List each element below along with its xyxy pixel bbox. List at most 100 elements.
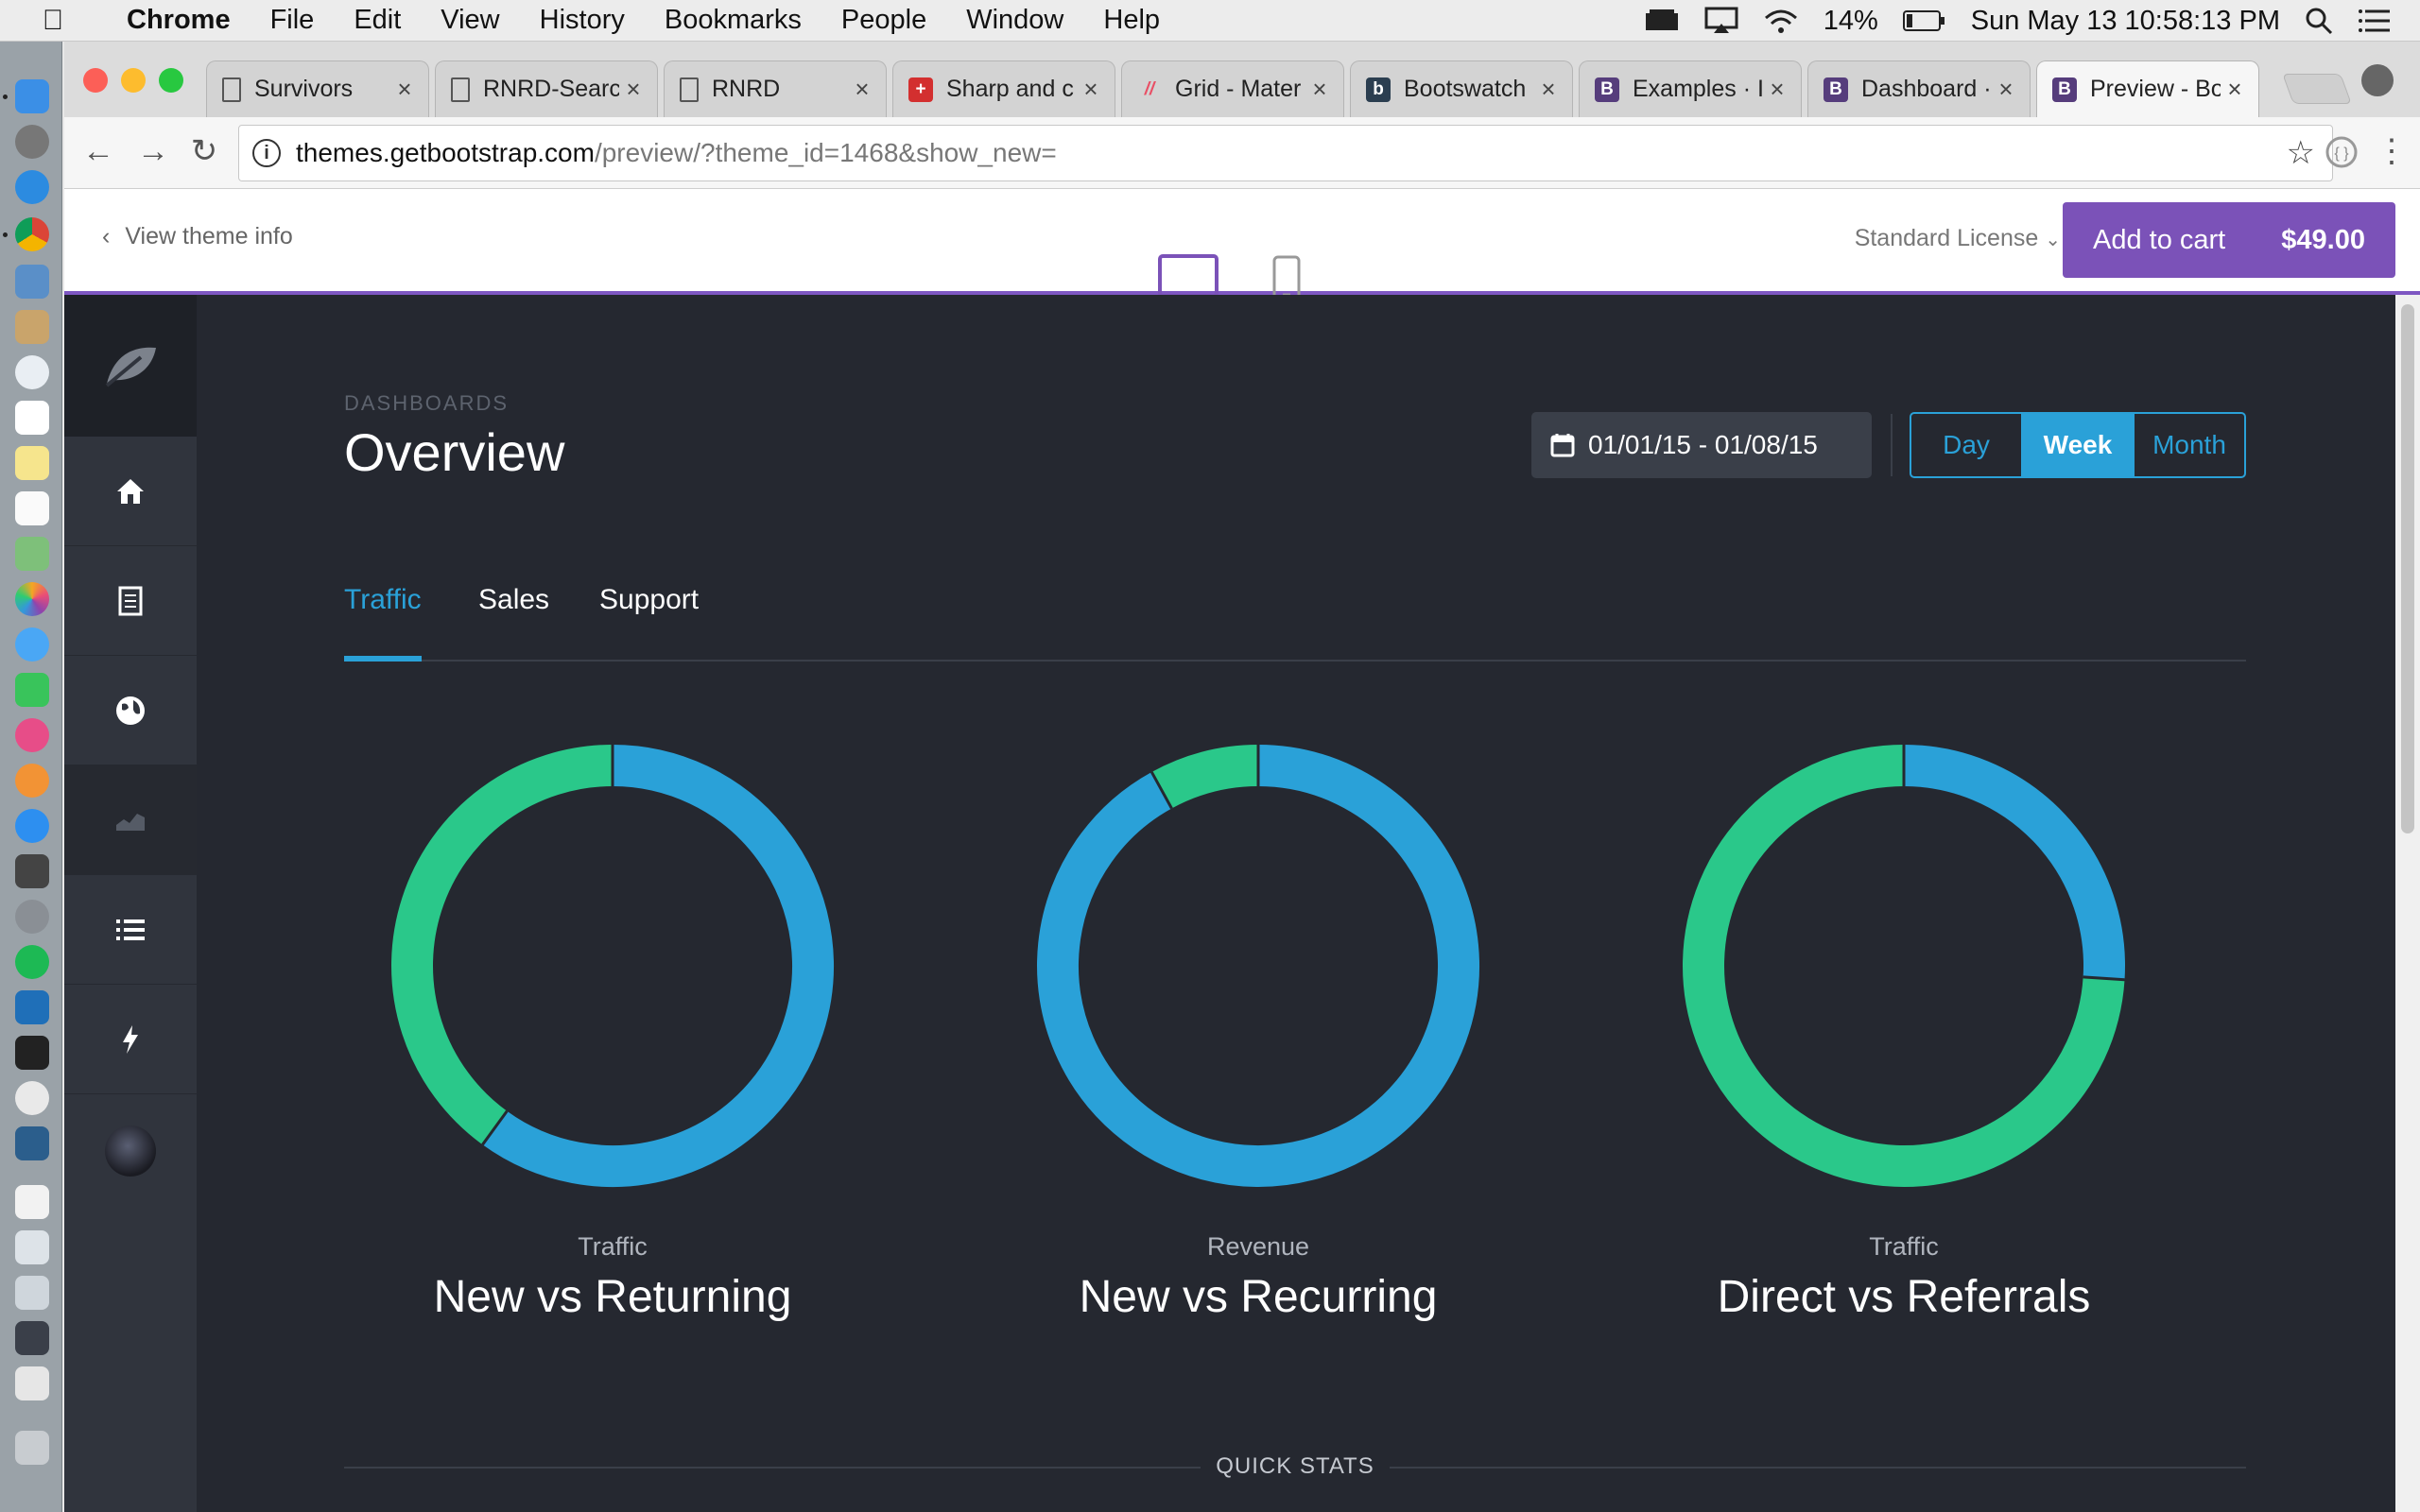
back-arrow-icon[interactable]: ←: [78, 130, 119, 172]
leaf-logo-icon[interactable]: [64, 295, 197, 437]
sidebar-item-lightning[interactable]: [64, 985, 197, 1094]
menu-edit[interactable]: Edit: [354, 5, 401, 36]
sidebar-item-profile[interactable]: [64, 1094, 197, 1208]
period-month-button[interactable]: Month: [2135, 414, 2244, 476]
browser-tab[interactable]: b Bootswatch ×: [1350, 60, 1573, 117]
document-stack-icon[interactable]: [15, 1185, 49, 1219]
mysql-workbench-icon[interactable]: [15, 1126, 49, 1160]
close-tab-icon[interactable]: ×: [2221, 75, 2249, 104]
browser-tab-active[interactable]: B Preview - Bo ×: [2036, 60, 2259, 117]
menu-history[interactable]: History: [540, 5, 625, 36]
close-tab-icon[interactable]: ×: [1992, 75, 2020, 104]
tab-traffic[interactable]: Traffic: [344, 584, 422, 662]
browser-tab[interactable]: RNRD-Search ×: [435, 60, 658, 117]
screenshot-thumbnail-icon[interactable]: [15, 1230, 49, 1264]
view-theme-info-link[interactable]: ‹ View theme info: [102, 223, 293, 250]
sequel-pro-icon[interactable]: [15, 1081, 49, 1115]
sidebar-item-globe[interactable]: [64, 656, 197, 765]
close-tab-icon[interactable]: ×: [1763, 75, 1791, 104]
sidebar-item-documents[interactable]: [64, 546, 197, 656]
notes-icon[interactable]: [15, 446, 49, 480]
forward-arrow-icon[interactable]: →: [132, 130, 174, 172]
app-store-icon[interactable]: [15, 809, 49, 843]
books-icon[interactable]: [1644, 8, 1680, 34]
minimize-window-button[interactable]: [121, 68, 146, 93]
browser-tab[interactable]: // Grid - Mater ×: [1121, 60, 1344, 117]
page-kicker: DASHBOARDS: [344, 391, 510, 415]
tab-sales[interactable]: Sales: [478, 584, 549, 662]
browser-tab[interactable]: Survivors ×: [206, 60, 429, 117]
spotlight-search-icon[interactable]: [2305, 7, 2333, 35]
sidebar-item-home[interactable]: [64, 437, 197, 546]
close-tab-icon[interactable]: ×: [390, 75, 419, 104]
sidebar-item-analytics[interactable]: [64, 765, 197, 875]
tab-support[interactable]: Support: [599, 584, 699, 662]
notification-center-icon[interactable]: [2358, 8, 2392, 34]
menu-help[interactable]: Help: [1103, 5, 1160, 36]
spotify-icon[interactable]: [15, 945, 49, 979]
reload-icon[interactable]: ↻: [183, 130, 225, 172]
wifi-icon[interactable]: [1763, 7, 1799, 35]
close-tab-icon[interactable]: ×: [848, 75, 876, 104]
vscode-icon[interactable]: [15, 990, 49, 1024]
add-to-cart-button[interactable]: Add to cart $49.00: [2063, 202, 2395, 278]
menu-people[interactable]: People: [841, 5, 926, 36]
site-info-icon[interactable]: i: [252, 139, 281, 167]
screenshot-thumbnail-icon[interactable]: [15, 1276, 49, 1310]
system-preferences-icon[interactable]: [15, 900, 49, 934]
menu-bookmarks[interactable]: Bookmarks: [665, 5, 802, 36]
zoom-window-button[interactable]: [159, 68, 183, 93]
contacts-icon[interactable]: [15, 310, 49, 344]
ibooks-icon[interactable]: [15, 764, 49, 798]
launchpad-icon[interactable]: [15, 125, 49, 159]
photo-booth-icon[interactable]: [15, 854, 49, 888]
screenshot-thumbnail-icon[interactable]: [15, 1366, 49, 1400]
icloud-icon[interactable]: [15, 355, 49, 389]
menubar-clock[interactable]: Sun May 13 10:58:13 PM: [1971, 6, 2280, 37]
maps-icon[interactable]: [15, 537, 49, 571]
chrome-menu-icon[interactable]: ⋮: [2371, 130, 2412, 172]
terminal-icon[interactable]: [15, 1036, 49, 1070]
reminders-icon[interactable]: [15, 491, 49, 525]
calendar-icon[interactable]: [15, 401, 49, 435]
trash-icon[interactable]: [15, 1431, 49, 1465]
browser-tab[interactable]: RNRD ×: [664, 60, 887, 117]
photos-icon[interactable]: [15, 582, 49, 616]
new-tab-button[interactable]: [2282, 74, 2352, 104]
messages-icon[interactable]: [15, 627, 49, 662]
chrome-icon[interactable]: [15, 217, 49, 251]
scrollbar-thumb[interactable]: [2401, 304, 2414, 833]
browser-tab[interactable]: + Sharp and c ×: [892, 60, 1115, 117]
page-scrollbar[interactable]: [2395, 295, 2420, 1512]
airplay-icon[interactable]: [1704, 7, 1738, 35]
close-tab-icon[interactable]: ×: [1077, 75, 1105, 104]
period-day-button[interactable]: Day: [1911, 414, 2023, 476]
close-tab-icon[interactable]: ×: [619, 75, 648, 104]
sidebar-item-list[interactable]: [64, 875, 197, 985]
menu-file[interactable]: File: [270, 5, 315, 36]
date-range-picker[interactable]: 01/01/15 - 01/08/15: [1531, 412, 1872, 478]
browser-tab[interactable]: B Dashboard · ×: [1807, 60, 2031, 117]
preview-app-icon[interactable]: [15, 265, 49, 299]
bookmark-star-icon[interactable]: ☆: [2287, 134, 2315, 172]
period-week-button[interactable]: Week: [2023, 414, 2135, 476]
profile-icon[interactable]: [2361, 64, 2394, 96]
close-tab-icon[interactable]: ×: [1534, 75, 1563, 104]
extension-icon[interactable]: { }: [2324, 134, 2360, 170]
close-window-button[interactable]: [83, 68, 108, 93]
list-icon: [116, 919, 145, 940]
finder-icon[interactable]: [15, 79, 49, 113]
browser-tab[interactable]: B Examples · I ×: [1579, 60, 1802, 117]
safari-icon[interactable]: [15, 170, 49, 204]
license-dropdown[interactable]: Standard License ⌄: [1855, 225, 2061, 252]
battery-icon[interactable]: [1902, 9, 1946, 32]
menu-app-name[interactable]: Chrome: [127, 5, 231, 36]
facetime-icon[interactable]: [15, 673, 49, 707]
menu-view[interactable]: View: [441, 5, 499, 36]
itunes-icon[interactable]: [15, 718, 49, 752]
screenshot-thumbnail-icon[interactable]: [15, 1321, 49, 1355]
address-bar[interactable]: i themes.getbootstrap.com/preview/?theme…: [238, 125, 2333, 181]
close-tab-icon[interactable]: ×: [1305, 75, 1334, 104]
menu-window[interactable]: Window: [966, 5, 1063, 36]
apple-menu-icon[interactable]: : [26, 5, 79, 37]
